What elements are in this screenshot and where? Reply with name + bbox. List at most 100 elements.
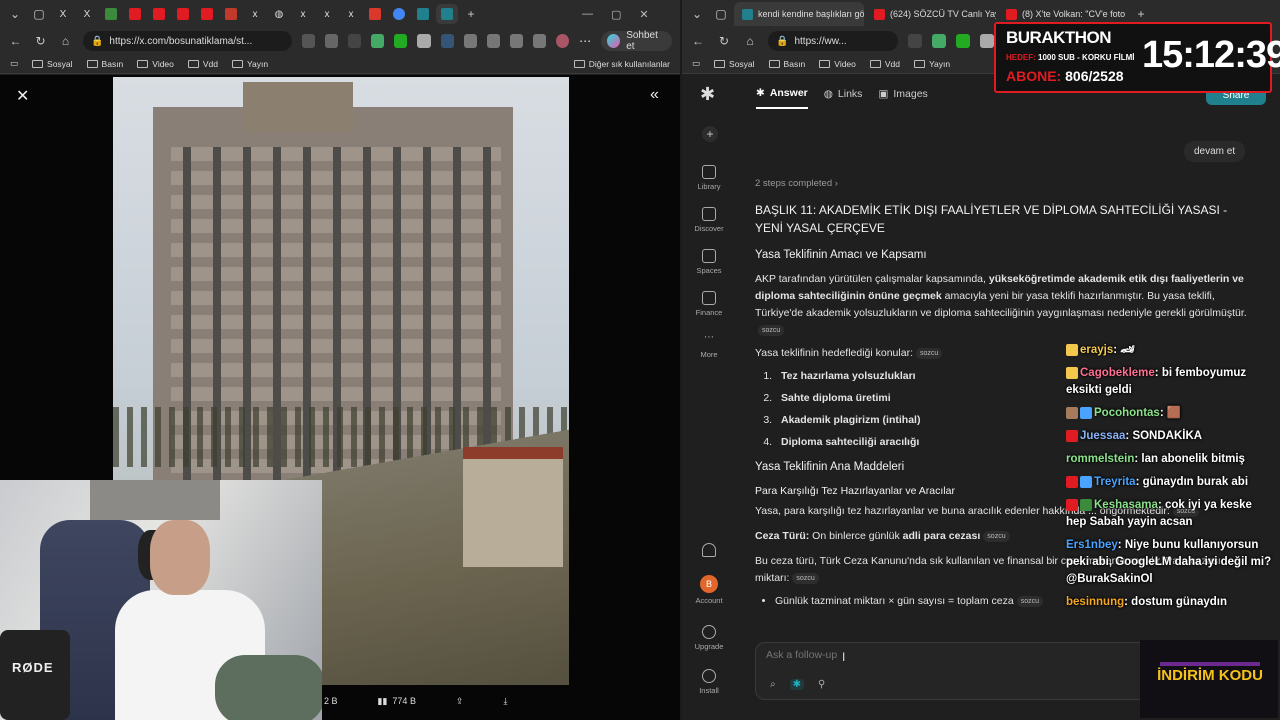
tab-g[interactable]	[388, 4, 410, 24]
tab-u[interactable]	[100, 4, 122, 24]
tab-x-5[interactable]: x	[316, 4, 338, 24]
download-button[interactable]: ⤓	[504, 696, 508, 707]
tab-p1[interactable]	[412, 4, 434, 24]
sidebar-item-upgrade[interactable]: Upgrade	[682, 625, 736, 651]
tab-globe[interactable]: ◍	[268, 4, 290, 24]
search-icon[interactable]: ⌕	[770, 679, 776, 690]
tab-a[interactable]	[364, 4, 386, 24]
tab-x-6[interactable]: x	[340, 4, 362, 24]
extension-icon[interactable]	[348, 34, 362, 48]
tab-menu-chevron-icon[interactable]: ⌄	[686, 3, 708, 25]
bookmark-folder[interactable]: Video	[819, 59, 856, 69]
sidebar-item-spaces[interactable]: Spaces	[682, 249, 736, 275]
tab-x-2[interactable]: X	[76, 4, 98, 24]
more-menu-icon[interactable]: ⋯	[579, 34, 591, 48]
share-button[interactable]: ⇪	[456, 696, 464, 707]
lightbulb-icon[interactable]: ⚲	[818, 679, 825, 690]
tab-news[interactable]	[220, 4, 242, 24]
extension-icon[interactable]	[417, 34, 431, 48]
citation-badge[interactable]: sozcu	[758, 324, 785, 336]
reading-list-icon[interactable]: ▭	[692, 58, 700, 69]
favorites-icon[interactable]	[486, 34, 500, 48]
bookmark-folder[interactable]: Yayın	[232, 59, 268, 69]
tab-links[interactable]: ◍ Links	[824, 87, 863, 109]
steps-completed[interactable]: 2 steps completed ›	[755, 178, 838, 189]
citation-badge[interactable]: sozcu	[792, 572, 819, 584]
views-stat[interactable]: ▮▮ 774 B	[378, 696, 416, 707]
tab-r[interactable]	[196, 4, 218, 24]
notifications-bell[interactable]	[682, 543, 736, 560]
extension-icon[interactable]	[371, 34, 385, 48]
extension-icon[interactable]	[908, 34, 922, 48]
workspaces-icon[interactable]: ▢	[28, 3, 50, 25]
tab-x-1[interactable]: X	[52, 4, 74, 24]
left-address-bar[interactable]: 🔒 https://x.com/bosunatiklama/st...	[82, 31, 292, 51]
browser-essentials-icon[interactable]	[532, 34, 547, 48]
close-viewer-icon[interactable]: ✕	[16, 86, 29, 106]
tab-images[interactable]: ▣ Images	[878, 87, 927, 109]
profile-avatar[interactable]	[556, 34, 570, 48]
bookmark-folder[interactable]: Sosyal	[714, 59, 755, 69]
back-icon[interactable]: ←	[690, 33, 706, 49]
discover-icon	[702, 207, 716, 221]
sidebar-item-discover[interactable]: Discover	[682, 207, 736, 233]
workspaces-icon[interactable]: ▢	[710, 3, 732, 25]
tab-d[interactable]	[124, 4, 146, 24]
citation-badge[interactable]: sozcu	[1016, 595, 1043, 607]
collections-icon[interactable]	[509, 34, 523, 48]
extension-icon[interactable]	[932, 34, 946, 48]
citation-badge[interactable]: sozcu	[916, 347, 943, 359]
subscribers-value: 806/2528	[1065, 68, 1124, 84]
bookmark-folder[interactable]: Yayın	[914, 59, 950, 69]
extension-icon[interactable]	[956, 34, 970, 48]
sidebar-item-label: Account	[695, 596, 723, 605]
tab-x-4[interactable]: x	[292, 4, 314, 24]
extension-icon[interactable]	[440, 34, 454, 48]
favorite-star-icon[interactable]	[324, 34, 339, 48]
tab-x-3[interactable]: x	[244, 4, 266, 24]
bookmark-folder[interactable]: Sosyal	[32, 59, 73, 69]
bookmark-folder[interactable]: Vdd	[187, 59, 218, 69]
maximize-icon[interactable]: ▢	[611, 8, 621, 21]
tab-u2[interactable]	[172, 4, 194, 24]
reading-list-icon[interactable]: ▭	[10, 58, 18, 69]
tab-perplexity[interactable]: kendi kendine başlıkları gö ✕	[734, 2, 864, 26]
reload-icon[interactable]: ↻	[716, 33, 732, 49]
extension-icon[interactable]	[394, 34, 408, 48]
tab-menu-chevron-icon[interactable]: ⌄	[4, 3, 26, 25]
split-screen-icon[interactable]	[463, 34, 477, 48]
extension-icon[interactable]	[980, 34, 994, 48]
youtube-icon	[153, 8, 165, 20]
research-mode-icon[interactable]: ✱	[789, 679, 804, 690]
follow-up-input[interactable]	[766, 649, 1066, 661]
minimize-icon[interactable]: —	[582, 8, 593, 20]
right-address-bar[interactable]: 🔒 https://ww...	[768, 31, 898, 51]
sidebar-item-install[interactable]: Install	[682, 669, 736, 695]
copilot-button[interactable]: Sohbet et	[601, 30, 672, 52]
sidebar-item-library[interactable]: Library	[682, 165, 736, 191]
home-icon[interactable]: ⌂	[58, 33, 73, 49]
tab-answer[interactable]: ✱ Answer	[756, 87, 808, 109]
bookmark-folder[interactable]: Basın	[86, 59, 123, 69]
tab-p2[interactable]	[436, 4, 458, 24]
citation-badge[interactable]: sozcu	[983, 530, 1010, 542]
new-tab-button[interactable]: +	[460, 3, 482, 25]
perplexity-logo-icon[interactable]: ✱	[700, 84, 715, 105]
bookmark-folder[interactable]: Basın	[768, 59, 805, 69]
other-favorites-folder[interactable]: Diğer sık kullanılanlar	[573, 59, 670, 69]
bookmark-folder[interactable]: Video	[137, 59, 174, 69]
bookmark-folder[interactable]: Vdd	[869, 59, 900, 69]
sidebar-item-more[interactable]: ⋯ More	[682, 333, 736, 360]
post-stat[interactable]: 2 B	[324, 696, 338, 706]
reload-icon[interactable]: ↻	[33, 33, 48, 49]
close-icon[interactable]: ✕	[639, 8, 648, 21]
sidebar-item-account[interactable]: B Account	[682, 575, 736, 605]
sidebar-item-finance[interactable]: Finance	[682, 291, 736, 317]
tab-sozcu-tv[interactable]: (624) SÖZCÜ TV Canlı Yayı ✕	[866, 2, 996, 26]
read-aloud-icon[interactable]	[301, 34, 315, 48]
new-thread-button[interactable]: +	[702, 126, 718, 142]
collapse-sidebar-icon[interactable]: «	[650, 86, 659, 104]
back-icon[interactable]: ←	[8, 33, 23, 49]
home-icon[interactable]: ⌂	[742, 33, 758, 49]
tab-k[interactable]	[148, 4, 170, 24]
